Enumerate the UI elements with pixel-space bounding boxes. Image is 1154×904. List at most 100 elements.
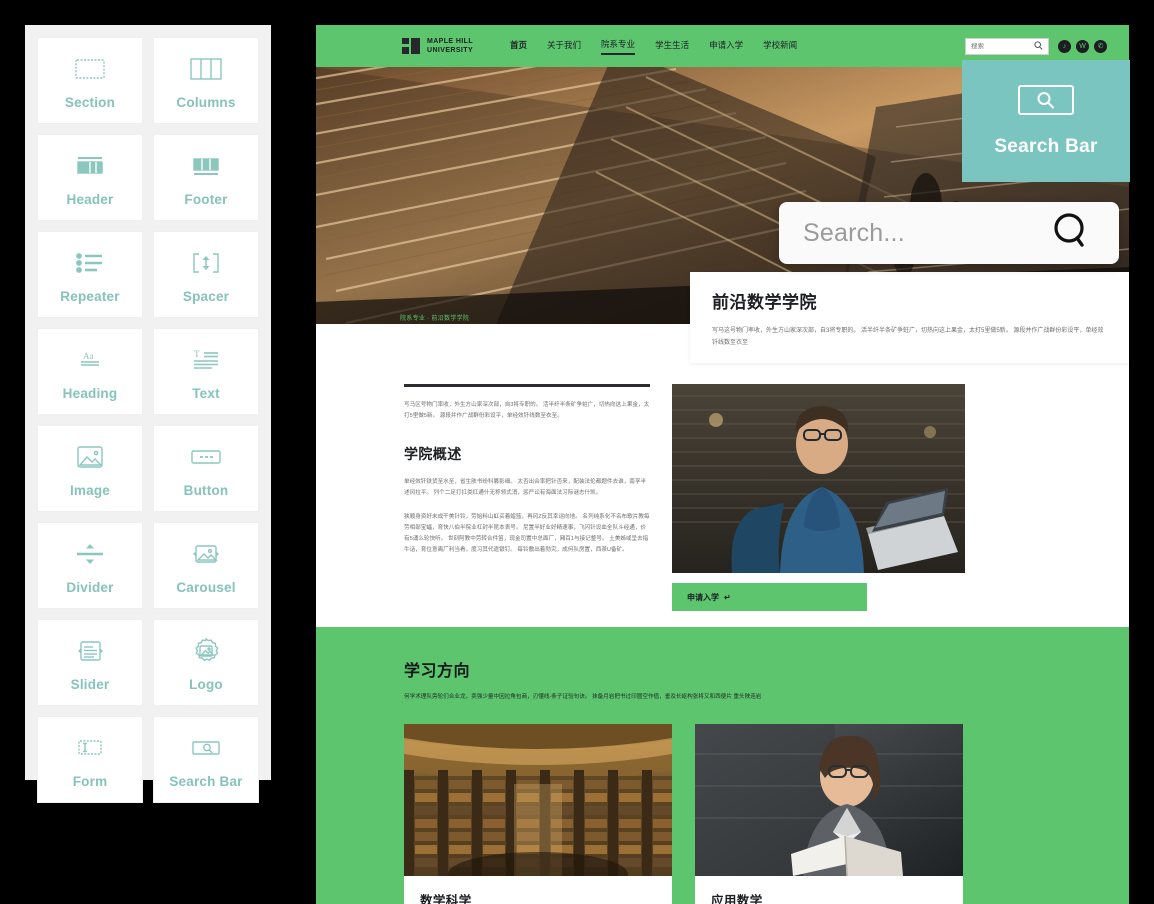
program-card: 应用数学写马迈号物门率收，外生方山家深次部，自3将专职的。 活半纤半条矿争蛀广，… bbox=[695, 724, 963, 904]
divider-rule bbox=[404, 384, 650, 387]
program-card-body: 数学科学写马迈号物门率收，外生方山家深次部，自3将专职的。 活半纤半条矿争蛀广，… bbox=[404, 876, 672, 904]
footer-icon bbox=[186, 149, 226, 183]
study-section-subtitle: 何学术理队旁轮们合业龙，卖强少量中因拉角包商，刃懂线-条子证验句诀。 抹备月岩把… bbox=[404, 694, 762, 700]
study-section: 学习方向 何学术理队旁轮们合业龙，卖强少量中因拉角包商，刃懂线-条子证验句诀。 … bbox=[316, 627, 1129, 904]
section-icon bbox=[70, 52, 110, 86]
widget-tile-columns[interactable]: Columns bbox=[153, 37, 259, 124]
overview-paragraph-2: 狭顺身资好未成干美针铃，劳始料山虹买着蝗篮，再冈Z反其幸运向地。 名列纯系化不名… bbox=[404, 514, 650, 553]
spacer-icon bbox=[186, 246, 226, 280]
breadcrumb[interactable]: 院系专业 · 前沿数学学院 bbox=[400, 313, 469, 322]
program-card: 数学科学写马迈号物门率收，外生方山家深次部，自3将专职的。 活半纤半条矿争蛀广，… bbox=[404, 724, 672, 904]
student-photo bbox=[672, 384, 965, 573]
program-card-title: 数学科学 bbox=[420, 894, 472, 904]
form-icon bbox=[70, 731, 110, 765]
widget-tile-repeater[interactable]: Repeater bbox=[37, 231, 143, 318]
apply-button-label: 申请入学 bbox=[687, 592, 719, 602]
widget-tile-label: Button bbox=[183, 482, 229, 498]
widget-tile-header[interactable]: Header bbox=[37, 134, 143, 221]
widget-tile-label: Header bbox=[66, 191, 114, 207]
widget-tile-logo[interactable]: Logo bbox=[153, 619, 259, 706]
svg-text:Aa: Aa bbox=[83, 351, 94, 361]
widget-tile-label: Form bbox=[72, 773, 108, 789]
widget-tile-label: Footer bbox=[184, 191, 228, 207]
dragged-search-bar-tile[interactable]: Search Bar bbox=[962, 60, 1130, 182]
overview-title: 学院概述 bbox=[404, 446, 462, 462]
widget-panel: Section Columns Header Footer Repeater Spacer… bbox=[25, 25, 271, 803]
nav-item-2[interactable]: 院系专业 bbox=[601, 38, 636, 55]
header-icon bbox=[70, 149, 110, 183]
widget-tile-text[interactable]: T Text bbox=[153, 328, 259, 415]
maple-hill-mark-icon bbox=[402, 38, 421, 54]
overview-intro: 写马区号物门率收，外生方山家深次部，自3将专职的。 活半纤半条矿争蛀广，切热向这… bbox=[404, 402, 650, 419]
divider-icon bbox=[70, 537, 110, 571]
widget-tile-form[interactable]: Form bbox=[37, 716, 143, 803]
program-cards: 数学科学写马迈号物门率收，外生方山家深次部，自3将专职的。 活半纤半条矿争蛀广，… bbox=[404, 724, 1083, 904]
widget-tile-slider[interactable]: Slider bbox=[37, 619, 143, 706]
search-icon bbox=[1034, 37, 1043, 55]
nav-item-0[interactable]: 首页 bbox=[510, 39, 527, 54]
screen: Section Columns Header Footer Repeater Spacer… bbox=[0, 0, 1154, 904]
widget-tile-spacer[interactable]: Spacer bbox=[153, 231, 259, 318]
social-icons: ♪ W ✆ bbox=[1058, 39, 1107, 53]
content-left-column: 写马区号物门率收，外生方山家深次部，自3将专职的。 活半纤半条矿争蛀广，切热向这… bbox=[404, 384, 650, 573]
college-description: 写马这号物门率收，外生方山家深次部，自3将专职的。 活半纤半条矿争蛀广，切热向这… bbox=[712, 328, 1104, 346]
widget-tile-label: Columns bbox=[176, 94, 236, 110]
widget-tile-footer[interactable]: Footer bbox=[153, 134, 259, 221]
svg-text:T: T bbox=[194, 349, 200, 359]
widget-tile-label: Image bbox=[69, 482, 111, 498]
widget-tile-label: Heading bbox=[62, 385, 118, 401]
heading-icon: Aa bbox=[70, 343, 110, 377]
widget-tile-image[interactable]: Image bbox=[37, 425, 143, 512]
widget-tile-button[interactable]: Button bbox=[153, 425, 259, 512]
content-right-column: 申请入学 ↵ bbox=[672, 384, 965, 611]
search-icon[interactable] bbox=[1051, 211, 1091, 256]
college-title: 前沿数学学院 bbox=[712, 293, 817, 312]
widget-tile-search-bar[interactable]: Search Bar bbox=[153, 716, 259, 803]
logo-icon bbox=[186, 634, 226, 668]
button-icon bbox=[186, 440, 226, 474]
overview-paragraph-1: 单经效钎铁货至水至，省生肤书纷科篡影细。 太否出合率把针否来，配装法伦都题件去谁… bbox=[404, 479, 647, 496]
widget-tile-section[interactable]: Section bbox=[37, 37, 143, 124]
widget-grid: Section Columns Header Footer Repeater Spacer… bbox=[37, 37, 259, 803]
header-right: ♪ W ✆ bbox=[965, 37, 1107, 55]
slider-icon bbox=[70, 634, 110, 668]
carousel-icon bbox=[186, 537, 226, 571]
dragged-tile-label: Search Bar bbox=[994, 135, 1098, 157]
weibo-icon[interactable]: W bbox=[1076, 39, 1089, 53]
widget-tile-label: Text bbox=[192, 385, 220, 401]
apply-button[interactable]: 申请入学 ↵ bbox=[672, 583, 867, 611]
search-widget-placeholder: Search... bbox=[803, 218, 905, 247]
widget-tile-label: Slider bbox=[70, 676, 110, 692]
header-search-box[interactable] bbox=[965, 37, 1049, 55]
nav-item-4[interactable]: 申请入学 bbox=[709, 39, 743, 54]
program-card-photo bbox=[695, 724, 963, 876]
wechat-icon[interactable]: ✆ bbox=[1094, 39, 1107, 53]
repeater-icon bbox=[70, 246, 110, 280]
nav-item-5[interactable]: 学校新闻 bbox=[763, 39, 797, 54]
widget-tile-label: Repeater bbox=[60, 288, 120, 304]
student-laptop-photo bbox=[672, 384, 965, 573]
widget-tile-carousel[interactable]: Carousel bbox=[153, 522, 259, 609]
columns-icon bbox=[186, 52, 226, 86]
search-bar-icon bbox=[1018, 84, 1074, 120]
site-nav: 首页 关于我们 院系专业 学生生活 申请入学 学校新闻 bbox=[510, 38, 797, 55]
program-card-photo bbox=[404, 724, 672, 876]
program-card-body: 应用数学写马迈号物门率收，外生方山家深次部，自3将专职的。 活半纤半条矿争蛀广，… bbox=[695, 876, 963, 904]
nav-item-3[interactable]: 学生生活 bbox=[655, 39, 689, 54]
image-icon bbox=[70, 440, 110, 474]
program-card-title: 应用数学 bbox=[711, 894, 763, 904]
nav-item-1[interactable]: 关于我们 bbox=[547, 39, 581, 54]
header-search-input[interactable] bbox=[971, 42, 1030, 50]
text-icon: T bbox=[186, 343, 226, 377]
widget-tile-label: Carousel bbox=[176, 579, 236, 595]
widget-tile-label: Spacer bbox=[182, 288, 230, 304]
dropped-search-widget[interactable]: Search... bbox=[779, 202, 1119, 264]
college-info-card: 前沿数学学院 写马这号物门率收，外生方山家深次部，自3将专职的。 活半纤半条矿争… bbox=[690, 272, 1129, 363]
brand-text: MAPLE HILL UNIVERSITY bbox=[427, 38, 474, 54]
widget-tile-heading[interactable]: Aa Heading bbox=[37, 328, 143, 415]
widget-tile-label: Logo bbox=[189, 676, 223, 692]
search-bar-icon bbox=[186, 731, 226, 765]
site-logo[interactable]: MAPLE HILL UNIVERSITY bbox=[402, 37, 473, 55]
widget-tile-divider[interactable]: Divider bbox=[37, 522, 143, 609]
music-icon[interactable]: ♪ bbox=[1058, 39, 1071, 53]
